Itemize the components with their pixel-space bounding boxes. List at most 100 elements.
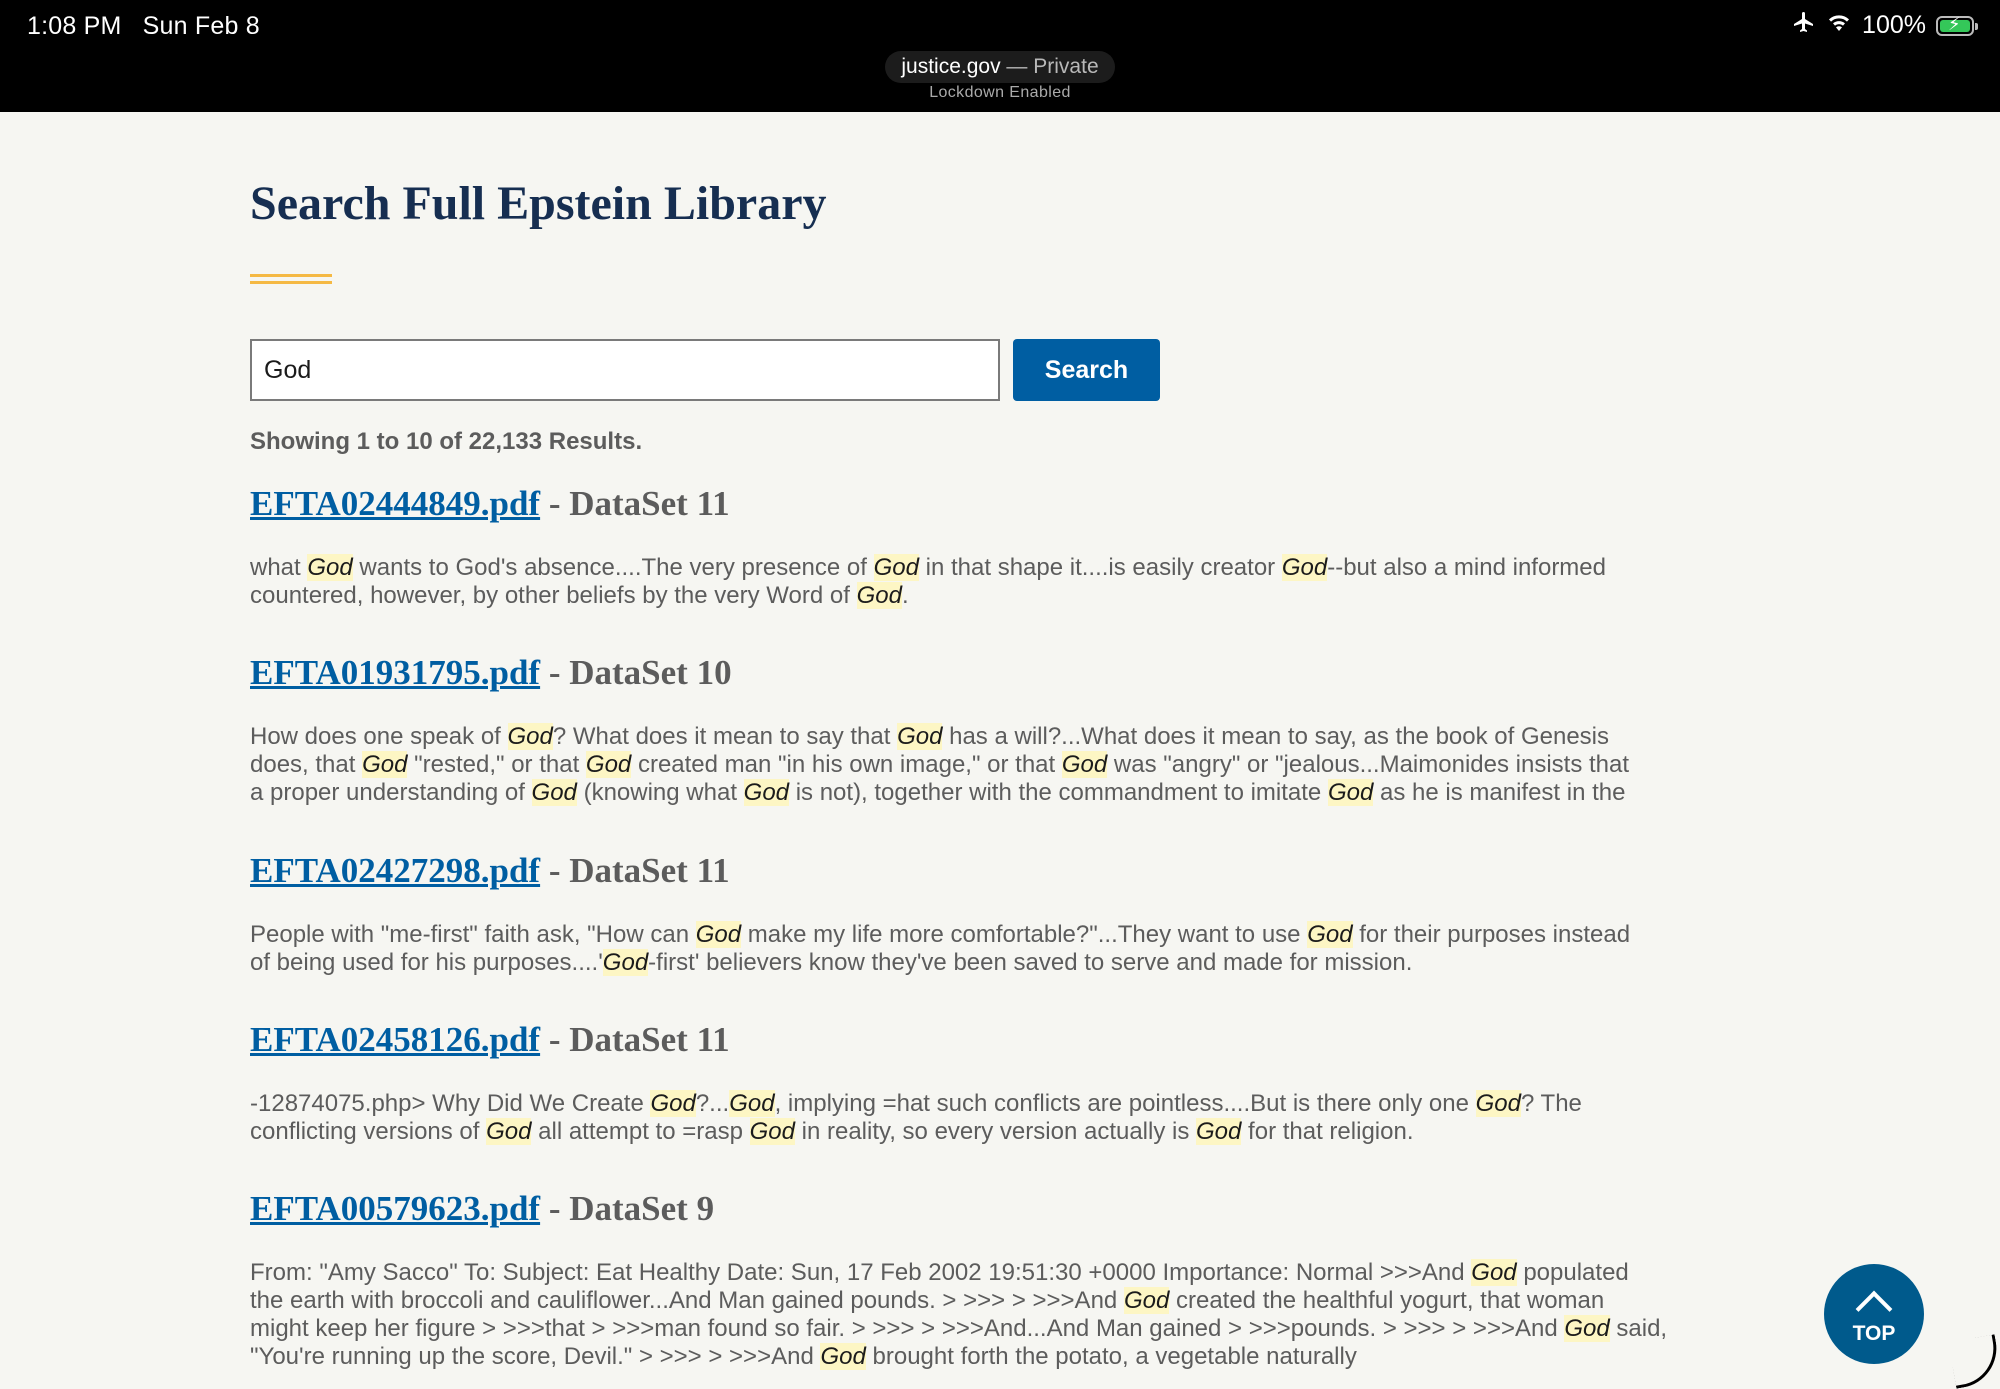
search-term-highlight: God: [1123, 1287, 1170, 1314]
search-term-highlight: God: [1475, 1090, 1521, 1117]
battery-percent: 100%: [1862, 11, 1926, 39]
snippet-line: countered, however, by other beliefs by …: [250, 582, 1750, 610]
snippet-text: .: [901, 582, 909, 609]
result-snippet: what God wants to God's absence....The v…: [250, 554, 1750, 610]
status-bar: 1:08 PM Sun Feb 8 justice.gov — Private …: [0, 0, 2000, 112]
result-dataset: - DataSet 9: [540, 1189, 715, 1228]
snippet-text: what: [250, 554, 308, 581]
snippet-line: conflicting versions of God all attempt …: [250, 1118, 1750, 1146]
snippet-text: populated: [1516, 1259, 1629, 1286]
search-term-highlight: God: [486, 1118, 532, 1145]
page-title: Search Full Epstein Library: [250, 177, 827, 230]
search-term-highlight: God: [1281, 554, 1328, 581]
result-file-link[interactable]: EFTA01931795.pdf: [250, 653, 540, 692]
search-term-highlight: God: [695, 921, 742, 948]
snippet-text: created the healthful yogurt, that woman: [1169, 1287, 1605, 1314]
result-heading: EFTA01931795.pdf - DataSet 10: [250, 653, 1750, 693]
search-term-highlight: God: [743, 779, 790, 806]
snippet-text: "You're running up the score, Devil." > …: [250, 1343, 821, 1370]
result-item: EFTA02458126.pdf - DataSet 11 -12874075.p…: [250, 1020, 1750, 1146]
snippet-text: wants to God's absence....The very prese…: [352, 554, 874, 581]
snippet-text: countered, however, by other beliefs by …: [250, 582, 857, 609]
snippet-line: How does one speak of God? What does it …: [250, 723, 1750, 751]
snippet-text: People with "me-first" faith ask, "How c…: [250, 921, 696, 948]
result-snippet: How does one speak of God? What does it …: [250, 723, 1750, 807]
search-term-highlight: God: [729, 1090, 775, 1117]
airplane-icon: [1792, 10, 1816, 41]
result-item: EFTA01931795.pdf - DataSet 10 How does on…: [250, 653, 1750, 807]
result-item: EFTA02427298.pdf - DataSet 11 People with…: [250, 851, 1750, 977]
search-term-highlight: God: [1327, 779, 1374, 806]
result-snippet: From: "Amy Sacco" To: Subject: Eat Healt…: [250, 1259, 1750, 1371]
address-bar[interactable]: justice.gov — Private: [885, 51, 1115, 83]
result-dataset: - DataSet 11: [540, 851, 730, 890]
search-term-highlight: God: [1471, 1259, 1517, 1286]
search-input[interactable]: [250, 339, 1000, 401]
snippet-text: "rested," or that: [407, 751, 586, 778]
search-term-highlight: God: [585, 751, 632, 778]
status-time: 1:08 PM Sun Feb 8: [27, 12, 274, 41]
snippet-text: was "angry" or "jealous...Maimonides ins…: [1107, 751, 1630, 778]
snippet-text: How does one speak of: [250, 723, 508, 750]
snippet-text: brought forth the potato, a vegetable na…: [865, 1343, 1357, 1370]
snippet-line: does, that God "rested," or that God cre…: [250, 751, 1750, 779]
snippet-text: of being used for his purposes....': [250, 949, 603, 976]
snippet-text: as he is manifest in the: [1373, 779, 1626, 806]
snippet-text: in reality, so every version actually is: [794, 1118, 1197, 1145]
snippet-text: in that shape it....is easily creator: [918, 554, 1282, 581]
result-heading: EFTA02427298.pdf - DataSet 11: [250, 851, 1750, 891]
result-file-link[interactable]: EFTA02427298.pdf: [250, 851, 540, 890]
search-term-highlight: God: [873, 554, 919, 581]
result-snippet: -12874075.php> Why Did We Create God?...…: [250, 1090, 1750, 1146]
snippet-text: created man "in his own image," or that: [631, 751, 1062, 778]
search-term-highlight: God: [307, 554, 353, 581]
wifi-icon: [1826, 11, 1852, 40]
snippet-line: might keep her figure > >>>that > >>>man…: [250, 1315, 1750, 1343]
snippet-text: From: "Amy Sacco" To: Subject: Eat Healt…: [250, 1259, 1472, 1286]
search-term-highlight: God: [1307, 921, 1353, 948]
title-underline: [250, 274, 332, 284]
snippet-text: is not), together with the commandment t…: [789, 779, 1328, 806]
snippet-text: does, that: [250, 751, 363, 778]
search-term-highlight: God: [1061, 751, 1108, 778]
url-domain: justice.gov: [901, 55, 1001, 78]
snippet-text: ?...: [695, 1090, 730, 1117]
battery-icon: ⚡: [1936, 14, 1978, 36]
private-mode-label: — Private: [1000, 55, 1099, 78]
snippet-text: has a will?...What does it mean to say, …: [942, 723, 1609, 750]
snippet-line: People with "me-first" faith ask, "How c…: [250, 921, 1750, 949]
search-term-highlight: God: [650, 1090, 696, 1117]
snippet-text: might keep her figure > >>>that > >>>man…: [250, 1315, 1565, 1342]
result-heading: EFTA02444849.pdf - DataSet 11: [250, 484, 1750, 524]
snippet-text: -first' believers know they've been save…: [648, 949, 1413, 976]
search-button[interactable]: Search: [1013, 339, 1160, 401]
search-term-highlight: God: [897, 723, 943, 750]
search-term-highlight: God: [362, 751, 408, 778]
snippet-line: a proper understanding of God (knowing w…: [250, 779, 1750, 807]
snippet-text: ? The: [1520, 1090, 1582, 1117]
result-dataset: - DataSet 11: [540, 484, 730, 523]
snippet-text: make my life more comfortable?"...They w…: [741, 921, 1308, 948]
snippet-text: all attempt to =rasp: [531, 1118, 750, 1145]
pencil-edge-mark: [1948, 1334, 2000, 1389]
search-term-highlight: God: [856, 582, 902, 609]
snippet-text: ? What does it mean to say that: [552, 723, 898, 750]
snippet-line: "You're running up the score, Devil." > …: [250, 1343, 1750, 1371]
clock: 1:08 PM: [27, 12, 122, 40]
result-dataset: - DataSet 11: [540, 1020, 730, 1059]
snippet-text: the earth with broccoli and cauliflower.…: [250, 1287, 1124, 1314]
snippet-text: --but also a mind informed: [1327, 554, 1606, 581]
snippet-line: the earth with broccoli and cauliflower.…: [250, 1287, 1750, 1315]
result-file-link[interactable]: EFTA02458126.pdf: [250, 1020, 540, 1059]
result-file-link[interactable]: EFTA00579623.pdf: [250, 1189, 540, 1228]
snippet-text: conflicting versions of: [250, 1118, 487, 1145]
search-term-highlight: God: [820, 1343, 866, 1370]
snippet-line: -12874075.php> Why Did We Create God?...…: [250, 1090, 1750, 1118]
lockdown-label: Lockdown Enabled: [929, 84, 1071, 101]
result-heading: EFTA00579623.pdf - DataSet 9: [250, 1189, 1750, 1229]
results-count: Showing 1 to 10 of 22,133 Results.: [250, 428, 643, 455]
back-to-top-button[interactable]: TOP: [1824, 1264, 1924, 1364]
result-file-link[interactable]: EFTA02444849.pdf: [250, 484, 540, 523]
status-icons: 100% ⚡: [1782, 10, 1978, 41]
search-term-highlight: God: [602, 949, 649, 976]
